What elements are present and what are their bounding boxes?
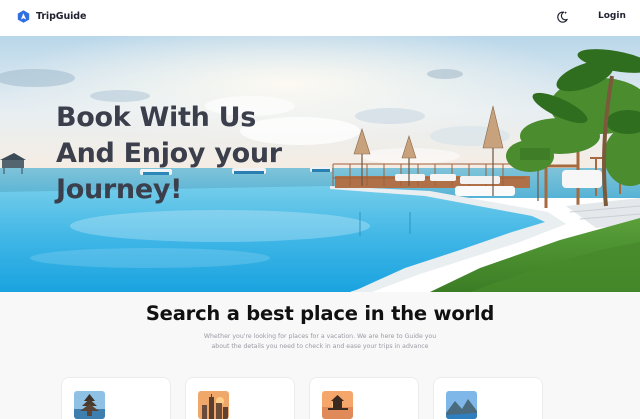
brand-link[interactable]: TripGuide <box>17 10 86 23</box>
destination-card[interactable] <box>61 377 171 419</box>
destination-card[interactable] <box>309 377 419 419</box>
hero-heading-line: Journey! <box>56 174 183 205</box>
top-navbar: TripGuide Login <box>0 0 640 36</box>
mountain-coast-icon <box>446 391 477 419</box>
sunset-pier-icon <box>322 391 353 419</box>
login-button[interactable]: Login <box>598 11 626 21</box>
temple-icon <box>74 391 105 419</box>
theme-toggle-button[interactable] <box>555 10 569 24</box>
search-section-description: Whether you're looking for places for a … <box>190 332 450 352</box>
search-section-title: Search a best place in the world <box>145 302 495 325</box>
hero-banner: Book With Us And Enjoy your Journey! <box>0 36 640 292</box>
description-line: about the details you need to check in a… <box>211 343 429 350</box>
hero-heading-line: Book With Us <box>56 102 256 133</box>
brand-name: TripGuide <box>36 11 87 22</box>
description-line: Whether you're looking for places for a … <box>203 333 437 340</box>
city-skyline-icon <box>198 391 229 419</box>
location-arrow-icon <box>17 10 30 23</box>
moon-star-icon <box>557 11 568 23</box>
hero-heading: Book With Us And Enjoy your Journey! <box>56 100 346 208</box>
destination-card[interactable] <box>433 377 543 419</box>
destination-card[interactable] <box>185 377 295 419</box>
hero-heading-line: And Enjoy your <box>56 138 282 169</box>
